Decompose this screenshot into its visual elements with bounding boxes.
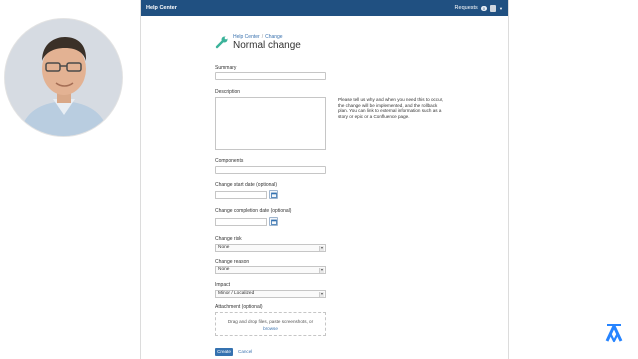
user-profile-icon[interactable]	[490, 4, 497, 12]
page-title: Normal change	[233, 40, 301, 51]
atlassian-logo	[605, 324, 623, 343]
attachment-dropzone[interactable]: Drag and drop files, paste screenshots, …	[215, 312, 326, 336]
chevron-down-icon[interactable]: ▼	[499, 6, 503, 11]
reason-selected-value: None	[218, 267, 230, 272]
summary-label: Summary	[215, 65, 237, 71]
impact-select[interactable]: Minor / Localized ▼	[215, 290, 326, 298]
reason-select[interactable]: None ▼	[215, 266, 326, 274]
risk-label: Change risk	[215, 236, 242, 242]
browse-link[interactable]: browse	[216, 326, 325, 331]
start-date-input[interactable]	[215, 191, 267, 199]
components-label: Components	[215, 158, 244, 164]
description-textarea[interactable]	[215, 97, 326, 150]
completion-date-input[interactable]	[215, 218, 267, 226]
components-input[interactable]	[215, 166, 326, 174]
impact-label: Impact	[215, 282, 231, 288]
app-window: Help Center Requests 0 ▼ Help Center / Cha…	[140, 0, 509, 359]
presenter-avatar	[4, 18, 123, 137]
risk-selected-value: None	[218, 245, 230, 250]
completion-date-calendar-button[interactable]	[269, 217, 278, 226]
chevron-down-icon: ▼	[319, 268, 324, 273]
top-navigation-bar: Help Center Requests 0 ▼	[141, 0, 508, 16]
presenter-portrait	[5, 19, 122, 136]
calendar-icon	[270, 219, 277, 225]
description-help-text: Please tell us why and when you need thi…	[338, 97, 444, 119]
chevron-down-icon: ▼	[319, 246, 324, 251]
chevron-down-icon: ▼	[319, 292, 324, 297]
attachment-label: Attachment (optional)	[215, 304, 263, 310]
requests-link[interactable]: Requests	[455, 5, 478, 11]
create-button[interactable]: Create	[215, 348, 233, 356]
description-label: Description	[215, 89, 241, 95]
calendar-icon	[270, 192, 277, 198]
cancel-link[interactable]: Cancel	[238, 348, 252, 356]
requests-count-badge: 0	[480, 5, 488, 11]
attachment-hint: Drag and drop files, paste screenshots, …	[227, 319, 314, 324]
start-date-calendar-button[interactable]	[269, 190, 278, 199]
help-center-link[interactable]: Help Center	[146, 5, 177, 11]
risk-select[interactable]: None ▼	[215, 244, 326, 252]
summary-input[interactable]	[215, 72, 326, 80]
completion-date-label: Change completion date (optional)	[215, 208, 292, 214]
start-date-label: Change start date (optional)	[215, 182, 277, 188]
impact-selected-value: Minor / Localized	[218, 291, 255, 296]
wrench-icon	[215, 36, 228, 49]
reason-label: Change reason	[215, 259, 250, 265]
topbar-right: Requests 0 ▼	[455, 4, 503, 12]
